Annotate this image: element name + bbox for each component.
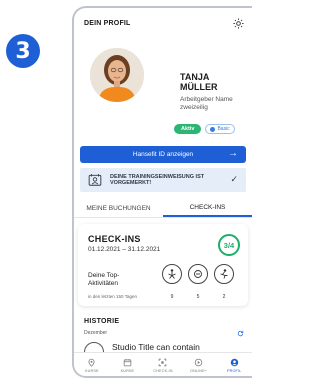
location-pin-icon	[88, 358, 95, 367]
employer-name: Arbeitgeber Name zweizeilig	[180, 96, 233, 111]
training-notice[interactable]: DEINE TRAININGSEINWEISUNG IST VORGEMERKT…	[80, 168, 246, 192]
refresh-icon[interactable]	[237, 330, 244, 337]
top-activities-label: Deine Top-Aktivitäten	[88, 272, 120, 287]
phone-frame: DEIN PROFIL TANJA MÜLLER Arbeitgeber Nam…	[72, 6, 252, 378]
activity-counts: 9 5 2	[162, 294, 234, 300]
activity-count: 5	[196, 294, 200, 300]
tab-checkins[interactable]: CHECK-INS	[163, 200, 252, 217]
plan-dot-icon	[210, 126, 216, 132]
nav-item-profil[interactable]: PROFIL	[216, 353, 252, 376]
bottom-navigation: KURSE KURSE CHECK-IN ONLINE+ PROFIL	[74, 352, 252, 376]
step-number-badge: 3	[6, 34, 40, 68]
checkins-card: CHECK-INS 01.12.2021 – 31.12.2021 3/4 De…	[78, 224, 248, 306]
show-id-button[interactable]: Hansefit ID anzeigen →	[80, 146, 246, 163]
notice-text: DEINE TRAININGSEINWEISUNG IST VORGEMERKT…	[110, 173, 205, 187]
training-icon	[88, 174, 102, 186]
workout-icon	[214, 264, 234, 284]
status-badge-active: Aktiv	[174, 124, 202, 134]
last-name: MÜLLER	[180, 82, 218, 92]
history-title: HISTORIE	[84, 318, 120, 325]
history-month: Dezember	[84, 330, 108, 336]
period-label: in den letzten 150 Tagen	[88, 294, 137, 299]
arrow-right-icon: →	[228, 148, 238, 159]
nav-label: KURSE	[85, 369, 99, 373]
tab-bookings[interactable]: MEINE BUCHUNGEN	[74, 200, 163, 217]
profile-section: TANJA MÜLLER Arbeitgeber Name zweizeilig…	[74, 38, 252, 144]
activity-count: 2	[222, 294, 226, 300]
fitness-icon	[188, 264, 208, 284]
nav-item-kurse-map[interactable]: KURSE	[74, 353, 110, 376]
yoga-icon	[162, 264, 182, 284]
activity-icons	[162, 264, 234, 284]
first-name: TANJA	[180, 72, 210, 82]
show-id-label: Hansefit ID anzeigen	[132, 151, 194, 158]
qr-code-icon	[159, 358, 167, 367]
profile-header: DEIN PROFIL	[74, 8, 252, 38]
avatar	[90, 48, 144, 102]
nav-label: ONLINE+	[190, 369, 208, 373]
checkins-title: CHECK-INS	[88, 234, 141, 244]
user-name: TANJA MÜLLER	[180, 72, 218, 92]
checkins-date-range: 01.12.2021 – 31.12.2021	[88, 246, 161, 253]
gear-icon[interactable]	[233, 17, 244, 29]
profile-icon	[230, 358, 238, 367]
calendar-icon	[123, 359, 132, 367]
nav-item-online[interactable]: ONLINE+	[181, 353, 217, 376]
tab-bar: MEINE BUCHUNGEN CHECK-INS	[74, 200, 252, 218]
status-tags: Aktiv Basic	[174, 124, 235, 134]
activity-count: 9	[170, 294, 174, 300]
status-badge-plan: Basic	[205, 124, 235, 134]
nav-label: PROFIL	[227, 369, 242, 373]
page-title: DEIN PROFIL	[84, 19, 131, 27]
nav-label: KURSE	[120, 369, 135, 373]
nav-label: CHECK-IN	[153, 369, 173, 373]
play-icon	[194, 358, 203, 367]
nav-item-kurse-calendar[interactable]: KURSE	[110, 353, 146, 376]
plan-label: Basic	[217, 126, 230, 132]
studio-title: Studio Title can contain	[112, 342, 200, 352]
checkins-ratio: 3/4	[218, 234, 240, 256]
nav-item-checkin[interactable]: CHECK-IN	[145, 353, 181, 376]
check-icon: ✓	[230, 174, 238, 184]
